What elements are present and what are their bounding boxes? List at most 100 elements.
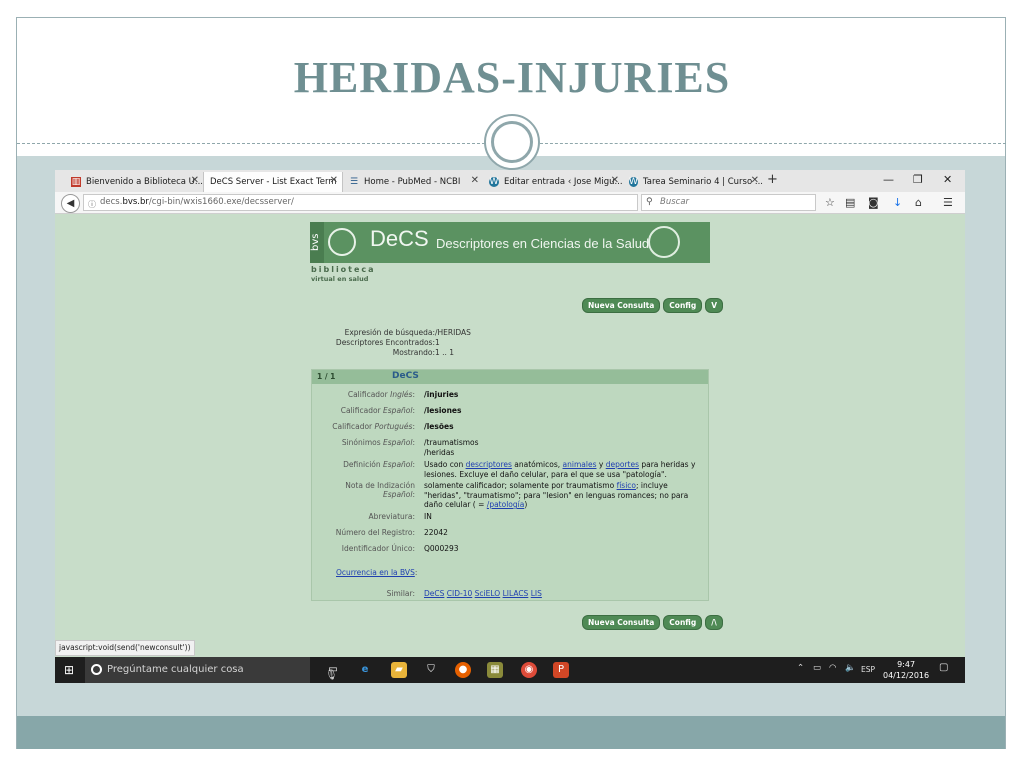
wordpress-favicon-icon: W [629, 177, 638, 187]
status-bar: javascript:void(send('newconsult')) [55, 640, 195, 656]
windows-taskbar: ⊞ Pregúntame cualquier cosa 🎙 ▭ e ▰ ⛉ ● … [55, 657, 965, 683]
similar-lilacs-link[interactable]: LILACS [503, 589, 529, 598]
pocket-icon[interactable]: ◙ [868, 196, 879, 209]
field-label: Nota de Indización [345, 481, 415, 490]
tab-pubmed[interactable]: ☰ Home - PubMed - NCBI ✕ [343, 172, 483, 192]
ring-ornament-icon [484, 114, 540, 170]
registro-label: Número del Registro: [335, 528, 415, 537]
similar-decs-link[interactable]: DeCS [424, 589, 444, 598]
cortana-search-box[interactable]: Pregúntame cualquier cosa 🎙 [85, 657, 338, 683]
info-icon[interactable]: ⓘ [88, 197, 96, 212]
down-button[interactable]: V [705, 298, 724, 313]
field-label: Sinónimos [341, 438, 381, 447]
tab-label: DeCS Server - List Exact Term [210, 177, 337, 187]
field-lang: Español [383, 490, 413, 499]
back-arrow-icon[interactable]: ◀ [61, 194, 80, 213]
close-icon[interactable]: ✕ [191, 175, 199, 186]
showing-label: Mostrando: [392, 348, 435, 357]
store-icon[interactable]: ⛉ [423, 662, 439, 678]
banner-circle-icon [328, 228, 356, 256]
result-panel: 1 / 1 DeCS Calificador Inglés: /injuries… [311, 369, 709, 601]
calificador-ingles-value: /injuries [424, 390, 459, 399]
banner-subtitle: Descriptores en Ciencias de la Salud [436, 236, 650, 251]
abreviatura-value: IN [424, 512, 432, 521]
identificador-label: Identificador Único: [341, 544, 415, 553]
bvs-label: bvs [310, 222, 324, 263]
tab-label: Editar entrada ‹ Jose Migu... [504, 177, 623, 187]
descriptors-found-label: Descriptores Encontrados: [335, 338, 435, 347]
browser-nav-bar: ◀ ⓘ decs.bvs.br/cgi-bin/wxis1660.exe/dec… [55, 192, 965, 214]
task-view-icon[interactable]: ▭ [325, 662, 341, 678]
calificador-espanol-value: /lesiones [424, 406, 462, 415]
virtual-salud-label: virtual en salud [311, 275, 369, 283]
definicion-value: Usado con descriptores anatómicos, anima… [424, 460, 706, 479]
browser-search-input[interactable]: ⚲ Buscar [641, 194, 816, 211]
firefox-icon[interactable]: ● [455, 662, 471, 678]
url-bar[interactable]: ⓘ decs.bvs.br/cgi-bin/wxis1660.exe/decss… [83, 194, 659, 212]
field-lang: Español [383, 460, 413, 469]
volume-icon[interactable]: 🔈 [845, 663, 856, 673]
windows-start-icon[interactable]: ⊞ [64, 663, 74, 677]
language-indicator[interactable]: ESP [861, 665, 875, 674]
chrome-icon[interactable]: ◉ [521, 662, 537, 678]
library-favicon-icon: ▥ [71, 177, 81, 187]
close-icon[interactable]: ✕ [751, 175, 759, 186]
field-label: Calificador [347, 390, 388, 399]
identificador-value: Q000293 [424, 544, 459, 553]
field-lang: Portugués [374, 422, 413, 431]
photos-app-icon[interactable]: ▦ [487, 662, 503, 678]
fisico-link[interactable]: físico [617, 481, 636, 490]
descriptores-link[interactable]: descriptores [466, 460, 512, 469]
decs-page: bvs DeCS Descriptores en Ciencias de la … [55, 214, 965, 639]
field-lang: Español [383, 406, 413, 415]
minimize-icon[interactable]: — [883, 173, 894, 186]
url-path: /cgi-bin/wxis1660.exe/decsserver/ [148, 197, 294, 207]
decs-logo-icon [648, 226, 680, 258]
deportes-link[interactable]: deportes [606, 460, 639, 469]
descriptors-found-value: 1 [435, 338, 440, 347]
tab-editar-entrada[interactable]: W Editar entrada ‹ Jose Migu... ✕ [483, 172, 623, 192]
reading-list-icon[interactable]: ▤ [845, 196, 855, 209]
tab-biblioteca[interactable]: ▥ Bienvenido a Biblioteca U... ✕ [65, 172, 203, 192]
new-tab-icon[interactable]: + [767, 172, 778, 187]
close-icon[interactable]: ✕ [471, 175, 479, 186]
tab-tarea-seminario[interactable]: W Tarea Seminario 4 | Curso ... ✕ [623, 172, 763, 192]
patologia-link[interactable]: /patología [487, 500, 525, 509]
config-button[interactable]: Config [663, 615, 703, 630]
cortana-icon [91, 664, 102, 675]
animales-link[interactable]: animales [563, 460, 597, 469]
system-clock[interactable]: 9:47 04/12/2016 [883, 659, 929, 681]
powerpoint-icon[interactable]: P [553, 662, 569, 678]
close-icon[interactable]: ✕ [611, 175, 619, 186]
field-label: Calificador [332, 422, 373, 431]
battery-icon[interactable]: ▭ [813, 663, 821, 673]
notifications-icon[interactable]: ▢ [939, 662, 948, 673]
search-icon: ⚲ [646, 197, 653, 207]
wifi-icon[interactable]: ◠ [829, 663, 836, 673]
edge-icon[interactable]: e [357, 662, 373, 678]
search-info: Expresión de búsqueda:/HERIDAS Descripto… [325, 328, 471, 358]
restore-icon[interactable]: ❐ [913, 173, 923, 186]
home-icon[interactable]: ⌂ [915, 196, 922, 209]
similar-lis-link[interactable]: LIS [531, 589, 542, 598]
title-divider-right [540, 143, 1006, 144]
file-explorer-icon[interactable]: ▰ [391, 662, 407, 678]
similar-scielo-link[interactable]: SciELO [475, 589, 501, 598]
window-close-icon[interactable]: ✕ [943, 173, 952, 186]
search-expression-value: /HERIDAS [435, 328, 471, 337]
bookmark-star-icon[interactable]: ☆ [825, 196, 835, 209]
nueva-consulta-button[interactable]: Nueva Consulta [582, 298, 661, 313]
similar-cid10-link[interactable]: CID-10 [447, 589, 472, 598]
download-icon[interactable]: ↓ [893, 196, 902, 209]
close-icon[interactable]: ✕ [330, 175, 338, 186]
menu-icon[interactable]: ☰ [943, 196, 953, 209]
clock-date: 04/12/2016 [883, 671, 930, 680]
result-count: 1 / 1 [317, 372, 336, 381]
url-prefix: decs. [100, 197, 123, 207]
tray-chevron-icon[interactable]: ⌃ [797, 663, 804, 673]
tab-decs-server[interactable]: DeCS Server - List Exact Term ✕ [203, 172, 343, 192]
ocurrencia-bvs-link[interactable]: Ocurrencia en la BVS [336, 568, 415, 577]
nueva-consulta-button[interactable]: Nueva Consulta [582, 615, 661, 630]
config-button[interactable]: Config [663, 298, 703, 313]
up-button[interactable]: /\ [705, 615, 723, 630]
